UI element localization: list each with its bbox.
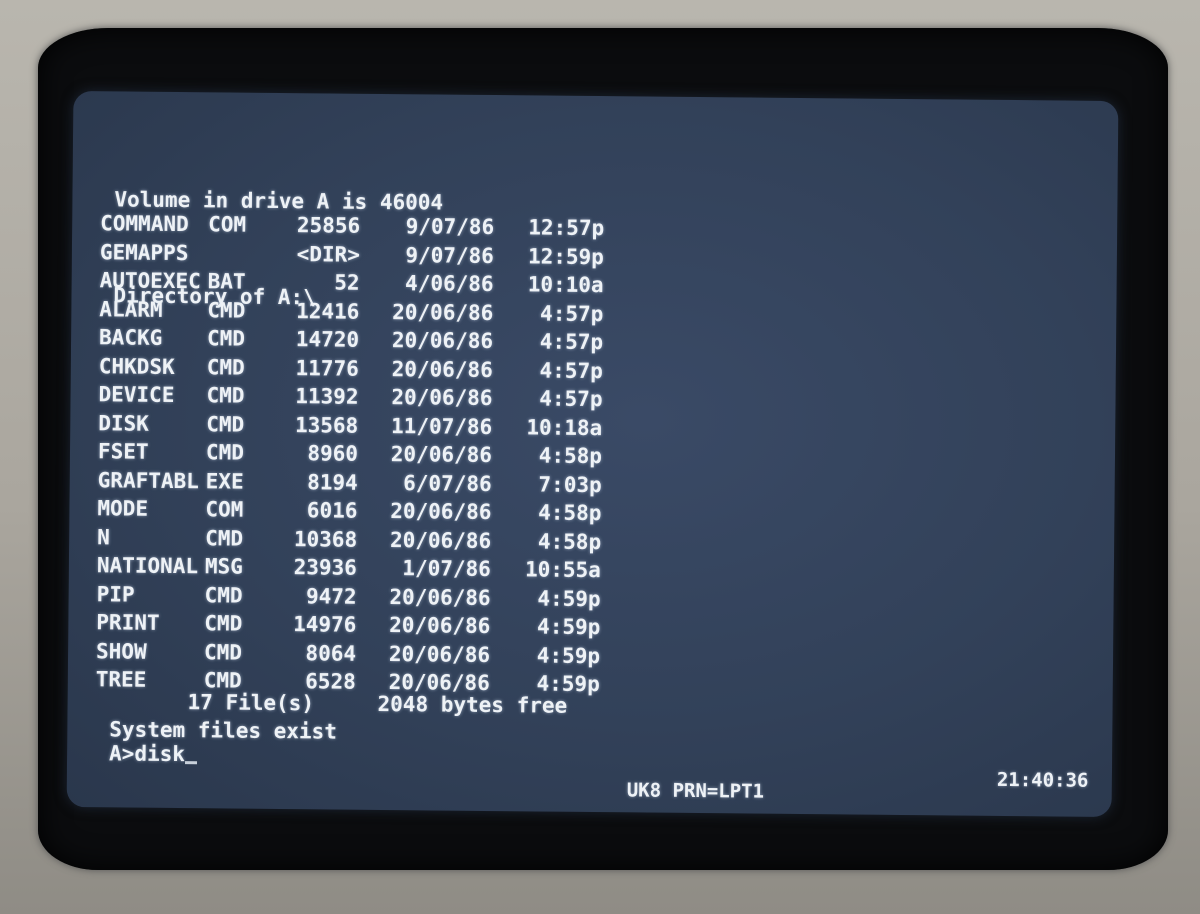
file-name: PIP — [96, 581, 135, 607]
file-extension: CMD — [205, 440, 245, 465]
file-extension: CMD — [206, 326, 246, 351]
file-name: PRINT — [96, 610, 160, 635]
file-name: COMMAND — [100, 211, 189, 237]
file-size: 8064 — [305, 640, 357, 666]
file-time: 4:58p — [538, 443, 603, 469]
file-time: 12:59p — [527, 243, 605, 269]
file-name: GRAFTABL — [97, 467, 199, 493]
file-name: AUTOEXEC — [99, 268, 201, 294]
file-time: 10:10a — [527, 272, 604, 298]
file-date: 11/07/86 — [390, 413, 493, 439]
file-date: 20/06/86 — [389, 613, 491, 639]
file-size: 23936 — [293, 555, 358, 580]
file-extension: COM — [205, 497, 244, 522]
file-name: GEMAPPS — [99, 239, 189, 265]
command-prompt[interactable]: A>disk — [109, 739, 197, 768]
file-time: 4:59p — [536, 642, 601, 668]
file-time: 4:58p — [538, 500, 602, 526]
file-name: MODE — [97, 496, 149, 521]
file-time: 7:03p — [538, 471, 602, 497]
file-size: 12416 — [296, 298, 360, 324]
file-name: N — [97, 524, 110, 549]
file-time: 12:57p — [528, 215, 605, 241]
file-time: 10:18a — [526, 414, 603, 440]
file-time: 4:58p — [537, 528, 602, 554]
file-size: 13568 — [294, 412, 359, 438]
file-name: ALARM — [99, 296, 163, 322]
file-extension: CMD — [204, 582, 243, 608]
file-date: 20/06/86 — [389, 527, 492, 553]
file-time: 10:55a — [524, 557, 602, 583]
file-name: NATIONAL — [96, 553, 199, 579]
file-size: 10368 — [293, 526, 358, 552]
file-date: 20/06/86 — [390, 499, 492, 525]
file-extension: CMD — [204, 611, 243, 636]
file-size: 11776 — [295, 355, 359, 381]
file-size: 25856 — [296, 213, 361, 238]
file-time: 4:57p — [539, 386, 603, 412]
bytes-free: 2048 bytes free — [377, 691, 568, 718]
file-size: <DIR> — [296, 241, 361, 267]
file-extension — [208, 239, 260, 268]
file-name: CHKDSK — [98, 353, 175, 379]
file-size: 8960 — [307, 441, 359, 466]
file-count: 17 File(s) — [187, 690, 315, 716]
file-time: 4:59p — [537, 614, 601, 640]
file-time: 4:57p — [540, 300, 604, 326]
file-extension: CMD — [206, 383, 245, 408]
file-name: SHOW — [95, 638, 147, 664]
listing-summary: 17 File(s) 2048 bytes free — [187, 688, 567, 720]
file-date: 4/06/86 — [405, 271, 494, 297]
file-date: 9/07/86 — [405, 214, 495, 240]
file-name: FSET — [97, 439, 149, 464]
file-extension: MSG — [204, 554, 243, 579]
file-extension: CMD — [205, 525, 244, 551]
file-time: 4:57p — [539, 357, 603, 383]
file-date: 20/06/86 — [391, 356, 493, 382]
file-size: 14720 — [295, 327, 360, 352]
file-extension: CMD — [203, 639, 243, 665]
command-input[interactable]: A>disk — [109, 741, 185, 766]
file-extension: CMD — [206, 411, 245, 437]
status-clock: 21:40:36 — [996, 768, 1089, 792]
file-size: 9472 — [305, 583, 357, 609]
file-size: 14976 — [293, 612, 357, 637]
file-name: BACKG — [98, 325, 163, 350]
file-extension: EXE — [205, 468, 244, 494]
file-date: 20/06/86 — [392, 299, 494, 325]
file-date: 6/07/86 — [403, 470, 492, 496]
file-name: DISK — [98, 410, 149, 436]
file-time: 4:57p — [539, 329, 604, 355]
file-date: 1/07/86 — [402, 556, 492, 582]
file-extension: CMD — [207, 297, 246, 323]
status-keyboard-printer: UK8 PRN=LPT1 — [626, 779, 765, 803]
file-size: 6016 — [306, 498, 358, 523]
file-date: 9/07/86 — [405, 242, 495, 268]
file-date: 20/06/86 — [388, 641, 491, 667]
file-extension: BAT — [207, 269, 246, 294]
file-date: 20/06/86 — [391, 385, 493, 411]
crt-screen[interactable]: Volume in drive A is 46004 Directory of … — [66, 91, 1119, 817]
file-extension: CMD — [206, 354, 245, 380]
file-size: 11392 — [295, 384, 359, 409]
file-time: 4:59p — [537, 585, 601, 611]
file-listing: COMMAND COM 25856 9/07/86 12:57p GEMAPPS <DIR>… — [96, 209, 605, 698]
file-date: 20/06/86 — [391, 328, 494, 354]
file-date: 20/06/86 — [389, 584, 491, 610]
text-cursor — [184, 761, 197, 765]
file-size: 8194 — [307, 469, 358, 495]
file-name: DEVICE — [98, 382, 175, 407]
file-date: 20/06/86 — [390, 442, 493, 468]
monitor-casing: Volume in drive A is 46004 Directory of … — [0, 0, 1200, 914]
file-extension: COM — [208, 212, 247, 237]
file-size: 52 — [334, 270, 360, 295]
